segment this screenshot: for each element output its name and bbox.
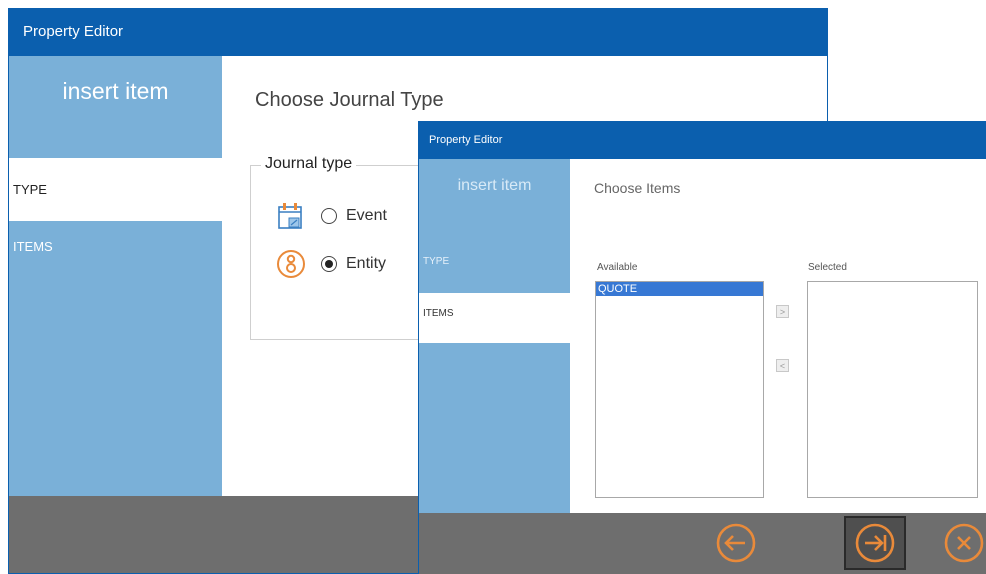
sidebar: insert item TYPE ITEMS (419, 159, 570, 513)
property-editor-window-front: Property Editor insert item TYPE ITEMS C… (418, 121, 986, 574)
next-icon (855, 523, 895, 563)
sidebar-item-type[interactable]: TYPE (9, 158, 222, 221)
option-event[interactable]: Event (275, 200, 387, 232)
option-entity[interactable]: Entity (275, 248, 386, 280)
move-left-button[interactable]: < (776, 359, 789, 372)
sidebar-item-items[interactable]: ITEMS (419, 293, 570, 343)
next-button[interactable] (844, 516, 906, 570)
cancel-icon[interactable] (943, 522, 985, 564)
footer-bar (419, 513, 986, 574)
sidebar-heading: insert item (62, 78, 169, 104)
entity-icon (277, 250, 305, 278)
sidebar-heading: insert item (457, 177, 532, 194)
available-listbox[interactable]: QUOTE (595, 281, 764, 498)
sidebar-item-items[interactable]: ITEMS (9, 221, 222, 284)
window-title: Property Editor (419, 121, 986, 159)
selected-label: Selected (808, 262, 847, 273)
selected-listbox[interactable] (807, 281, 978, 498)
page-title: Choose Items (594, 180, 681, 196)
available-label: Available (597, 262, 638, 273)
group-label: Journal type (261, 155, 357, 173)
move-right-button[interactable]: > (776, 305, 789, 318)
sidebar: insert item TYPE ITEMS (9, 56, 222, 496)
entity-radio[interactable] (321, 256, 337, 272)
list-item[interactable]: QUOTE (596, 282, 763, 296)
sidebar-item-type[interactable]: TYPE (419, 237, 570, 287)
page-title: Choose Journal Type (255, 89, 444, 111)
content-pane: Choose Items Available QUOTE > < Selecte… (570, 159, 986, 513)
window-title: Property Editor (9, 8, 827, 56)
event-radio[interactable] (321, 208, 337, 224)
event-label: Event (346, 207, 387, 224)
calendar-icon (278, 203, 302, 229)
entity-label: Entity (346, 255, 387, 272)
back-icon[interactable] (715, 522, 757, 564)
